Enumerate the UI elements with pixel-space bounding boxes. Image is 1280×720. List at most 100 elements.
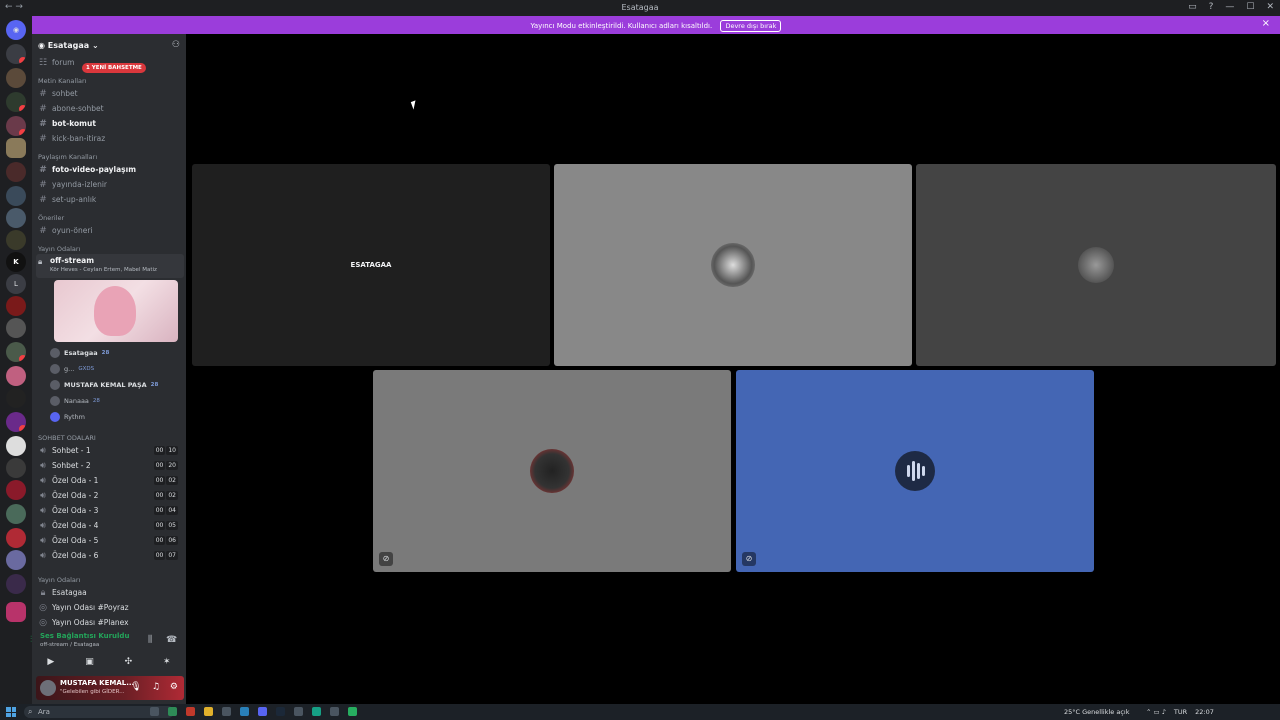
voice-channel[interactable]: 🔊︎ Özel Oda - 6 00 07	[38, 549, 182, 562]
channel-sohbet[interactable]: # sohbet	[38, 87, 182, 100]
app-icon[interactable]	[312, 707, 321, 716]
category-streams[interactable]: Yayın Odaları	[38, 245, 80, 253]
server-icon[interactable]	[6, 366, 26, 386]
server-icon[interactable]	[6, 92, 26, 112]
app-icon[interactable]	[222, 707, 231, 716]
disable-streamer-mode-button[interactable]: Devre dışı bırak	[720, 20, 782, 32]
voice-channel[interactable]: 🔊︎ Özel Oda - 4 00 05	[38, 519, 182, 532]
server-name[interactable]: ◉ Esatagaa ⌄	[38, 41, 99, 50]
channel-foto-video[interactable]: # foto-video-paylaşım	[38, 163, 182, 176]
server-icon[interactable]	[6, 458, 26, 478]
stream-room[interactable]: 🔒︎ Esatagaa	[38, 586, 182, 599]
app-icon[interactable]	[168, 707, 177, 716]
maximize-button[interactable]: ☐	[1246, 2, 1254, 12]
new-server-icon[interactable]	[6, 602, 26, 622]
screen-share-icon[interactable]: ▣	[85, 657, 94, 667]
server-icon[interactable]	[6, 162, 26, 182]
server-icon[interactable]	[6, 528, 26, 548]
stream-preview[interactable]	[54, 280, 178, 342]
stream-room[interactable]: ◎ Yayın Odası #Planex	[38, 616, 182, 629]
server-icon[interactable]	[6, 116, 26, 136]
category-suggestions[interactable]: Öneriler	[38, 214, 64, 222]
microphone-icon[interactable]: 🎙︎	[130, 682, 141, 692]
disconnect-icon[interactable]: ☎	[166, 635, 177, 645]
voice-channel[interactable]: 🔊︎ Sohbet - 2 00 20	[38, 459, 182, 472]
server-icon[interactable]	[6, 230, 26, 250]
server-icon[interactable]	[6, 208, 26, 228]
app-icon[interactable]	[186, 707, 195, 716]
windows-start-icon[interactable]	[6, 707, 16, 717]
voice-channel[interactable]: 🔊︎ Özel Oda - 2 00 02	[38, 489, 182, 502]
participant-tile[interactable]: ⊘	[373, 370, 731, 572]
server-icon[interactable]: L	[6, 274, 26, 294]
gear-icon[interactable]: ⚙	[170, 682, 178, 692]
discord-icon[interactable]	[258, 707, 267, 716]
category-streams-2[interactable]: Yayın Odaları	[38, 576, 80, 584]
weather-widget[interactable]: 25°C Genellikle açık	[1064, 708, 1129, 716]
voice-channel[interactable]: 🔊︎ Sohbet - 1 00 10	[38, 444, 182, 457]
noise-suppression-icon[interactable]: ⫼	[148, 635, 152, 645]
category-text[interactable]: Metin Kanalları	[38, 77, 86, 85]
server-icon[interactable]	[6, 436, 26, 456]
server-icon[interactable]	[6, 388, 26, 408]
voice-channel[interactable]: 🔊︎ Özel Oda - 5 00 06	[38, 534, 182, 547]
voice-user[interactable]: Rythm	[50, 410, 85, 424]
server-icon[interactable]: K	[6, 252, 26, 272]
voice-channel[interactable]: 🔊︎ Özel Oda - 1 00 02	[38, 474, 182, 487]
stream-room[interactable]: ◎ Yayın Odası #Poyraz	[38, 601, 182, 614]
server-icon[interactable]	[6, 68, 26, 88]
soundboard-icon[interactable]: ✶	[163, 657, 171, 667]
help-icon[interactable]: ?	[1209, 2, 1214, 12]
avatar[interactable]	[40, 680, 56, 696]
server-icon[interactable]	[6, 574, 26, 594]
invite-icon[interactable]: ⚇	[172, 40, 180, 50]
headphones-icon[interactable]: ♫	[152, 682, 160, 692]
voice-user[interactable]: MUSTAFA KEMAL PAŞA 28	[50, 378, 158, 392]
new-mention-pill[interactable]: 1 YENİ BAHSETME	[82, 63, 146, 73]
tray-icons[interactable]: ⌃ ▭ ♪	[1146, 708, 1166, 716]
file-explorer-icon[interactable]	[204, 707, 213, 716]
language-indicator[interactable]: TUR	[1174, 708, 1187, 716]
channel-bot-komut[interactable]: # bot-komut	[38, 117, 182, 130]
server-icon[interactable]	[6, 318, 26, 338]
voice-user[interactable]: Nanaaa 28	[50, 394, 100, 408]
server-icon[interactable]	[6, 342, 26, 362]
voice-channel-path[interactable]: off-stream / Esatagaa	[40, 642, 99, 648]
category-share[interactable]: Paylaşım Kanalları	[38, 153, 97, 161]
channel-abone-sohbet[interactable]: # abone-sohbet	[38, 102, 182, 115]
clock[interactable]: 22:07	[1195, 708, 1214, 716]
participant-tile[interactable]	[554, 164, 912, 366]
inbox-icon[interactable]: ▭	[1188, 2, 1197, 12]
server-icon[interactable]	[6, 480, 26, 500]
voice-channel[interactable]: 🔊︎ Özel Oda - 3 00 04	[38, 504, 182, 517]
activity-icon[interactable]: ✣	[125, 657, 133, 667]
participant-tile[interactable]: ⊘	[736, 370, 1094, 572]
server-icon[interactable]	[6, 186, 26, 206]
close-icon[interactable]: ×	[1262, 18, 1270, 29]
server-icon-selected[interactable]	[6, 138, 26, 158]
server-icon[interactable]	[6, 412, 26, 432]
steam-icon[interactable]	[276, 707, 285, 716]
server-icon[interactable]	[6, 296, 26, 316]
app-icon[interactable]	[240, 707, 249, 716]
server-icon[interactable]	[6, 44, 26, 64]
app-icon[interactable]	[294, 707, 303, 716]
voice-user[interactable]: g... GXDS	[50, 362, 94, 376]
voice-user[interactable]: Esatagaa 28	[50, 346, 109, 360]
channel-oyun-oneri[interactable]: # oyun-öneri	[38, 224, 182, 237]
minimize-button[interactable]: —	[1225, 2, 1234, 12]
signal-icon[interactable]: ⫶	[30, 635, 32, 645]
server-icon[interactable]	[6, 504, 26, 524]
channel-kick-ban-itiraz[interactable]: # kick-ban-itiraz	[38, 132, 182, 145]
server-icon[interactable]	[6, 550, 26, 570]
task-view-icon[interactable]	[150, 707, 159, 716]
video-icon[interactable]: ▶	[47, 657, 54, 667]
app-icon[interactable]	[348, 707, 357, 716]
category-chat-rooms[interactable]: SOHBET ODALARI	[38, 434, 96, 442]
participant-tile[interactable]	[916, 164, 1276, 366]
voice-channel-off-stream[interactable]: 🔒︎ off-stream Kör Heves - Ceylan Ertem, …	[36, 254, 184, 278]
channel-set-up-anlik[interactable]: # set-up-anlık	[38, 193, 182, 206]
close-button[interactable]: ✕	[1266, 2, 1274, 12]
app-icon[interactable]	[330, 707, 339, 716]
channel-yayinda-izlenir[interactable]: # yayında-izlenir	[38, 178, 182, 191]
